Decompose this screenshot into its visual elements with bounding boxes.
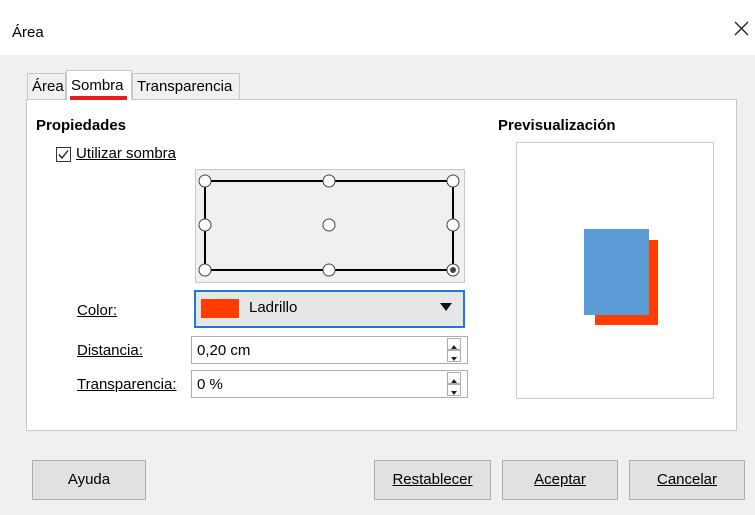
tab-area-label: Área [32,78,64,95]
transparency-increment-button[interactable] [447,372,461,384]
distance-label: Distancia: [77,342,143,359]
help-button-label: Ayuda [67,471,111,488]
selected-position-dot [450,267,456,273]
tab-transparencia[interactable]: Transparencia [132,73,240,99]
transparency-input[interactable] [192,371,437,397]
transparency-spinbox [191,370,468,398]
dropdown-arrow-icon [440,303,452,311]
preview-object [584,229,649,315]
preview-title: Previsualización [498,117,616,134]
window-title: Área [12,24,44,41]
color-label: Color: [77,302,117,319]
distance-increment-button[interactable] [447,338,461,350]
shadow-position-selector[interactable] [195,169,465,283]
transparency-decrement-button[interactable] [447,384,461,396]
reset-button[interactable]: Restablecer [374,460,491,500]
tab-area[interactable]: Área [27,73,66,99]
active-tab-indicator [70,96,127,100]
color-value: Ladrillo [249,299,298,316]
ok-button[interactable]: Aceptar [502,460,618,500]
position-top-left[interactable] [198,174,212,188]
help-button[interactable]: Ayuda [32,460,146,500]
reset-button-label: Restablecer [392,471,473,488]
use-shadow-label[interactable]: Utilizar sombra [76,145,176,162]
position-center[interactable] [322,218,336,232]
color-swatch [201,299,239,318]
close-icon[interactable] [729,16,753,40]
position-middle-left[interactable] [198,218,212,232]
caret-down-icon [451,357,457,361]
position-middle-right[interactable] [446,218,460,232]
caret-down-icon [451,391,457,395]
transparency-label-text: Transparencia: [77,376,177,393]
tab-transparencia-label: Transparencia [137,78,233,95]
properties-title: Propiedades [36,117,127,134]
position-top-center[interactable] [322,174,336,188]
preview-pane [516,142,714,399]
distance-label-text: Distancia: [77,342,143,359]
use-shadow-label-text: Utilizar sombra [76,145,177,162]
position-bottom-left[interactable] [198,263,212,277]
use-shadow-checkbox[interactable] [56,147,71,162]
position-top-right[interactable] [446,174,460,188]
distance-decrement-button[interactable] [447,350,461,362]
cancel-button[interactable]: Cancelar [629,460,745,500]
position-bottom-center[interactable] [322,263,336,277]
title-bar [0,0,755,55]
color-label-text: Color: [77,302,118,319]
distance-input[interactable] [192,337,437,363]
ok-button-label: Aceptar [534,471,586,488]
transparency-label: Transparencia: [77,376,177,393]
checkmark-icon [58,150,69,160]
tab-sombra-label: Sombra [71,77,124,94]
cancel-button-label: Cancelar [656,471,718,488]
distance-spinbox [191,336,468,364]
